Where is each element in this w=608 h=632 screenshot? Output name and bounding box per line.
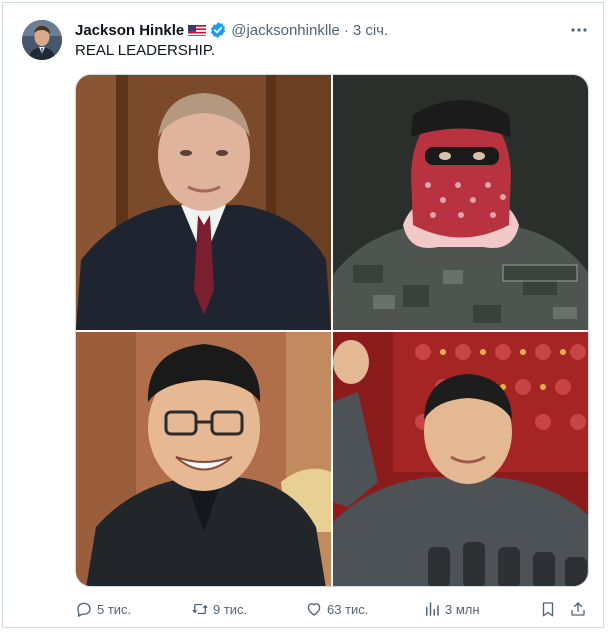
repost-icon: [192, 603, 208, 615]
author-name[interactable]: Jackson Hinkle: [75, 22, 184, 39]
share-icon: [571, 602, 585, 616]
action-bar: 5 тис. 9 тис. 63 тис. 3 млн: [75, 599, 591, 619]
views-icon: [426, 602, 439, 616]
like-icon: [307, 603, 321, 616]
flag-icon: [188, 24, 207, 36]
author-handle[interactable]: @jacksonhinklle: [231, 22, 340, 39]
views-count: 3 млн: [445, 601, 480, 617]
tweet-timestamp[interactable]: 3 січ.: [353, 22, 388, 39]
reply-button[interactable]: 5 тис.: [75, 599, 131, 619]
tweet-text: REAL LEADERSHIP.: [75, 42, 216, 59]
reply-icon: [77, 602, 91, 617]
bookmark-button[interactable]: [539, 599, 561, 619]
like-button[interactable]: 63 тис.: [305, 599, 368, 619]
media-image-3[interactable]: [76, 332, 331, 586]
time-separator: ·: [343, 21, 349, 39]
media-image-4[interactable]: [333, 332, 588, 586]
views-button[interactable]: 3 млн: [423, 599, 480, 619]
more-icon[interactable]: [569, 20, 589, 40]
media-image-1[interactable]: [76, 75, 331, 330]
media-image-2[interactable]: [333, 75, 588, 330]
share-button[interactable]: [569, 599, 591, 619]
repost-button[interactable]: 9 тис.: [191, 599, 247, 619]
verified-icon: [209, 21, 227, 39]
media-grid[interactable]: [75, 74, 589, 587]
bookmark-icon: [542, 602, 554, 617]
like-count: 63 тис.: [327, 601, 369, 617]
repost-count: 9 тис.: [213, 601, 248, 617]
tweet-header: Jackson Hinkle @jacksonhinklle · 3 січ.: [75, 20, 388, 40]
avatar[interactable]: [22, 20, 62, 60]
tweet-card[interactable]: Jackson Hinkle @jacksonhinklle · 3 січ.: [2, 2, 604, 628]
reply-count: 5 тис.: [97, 601, 132, 617]
